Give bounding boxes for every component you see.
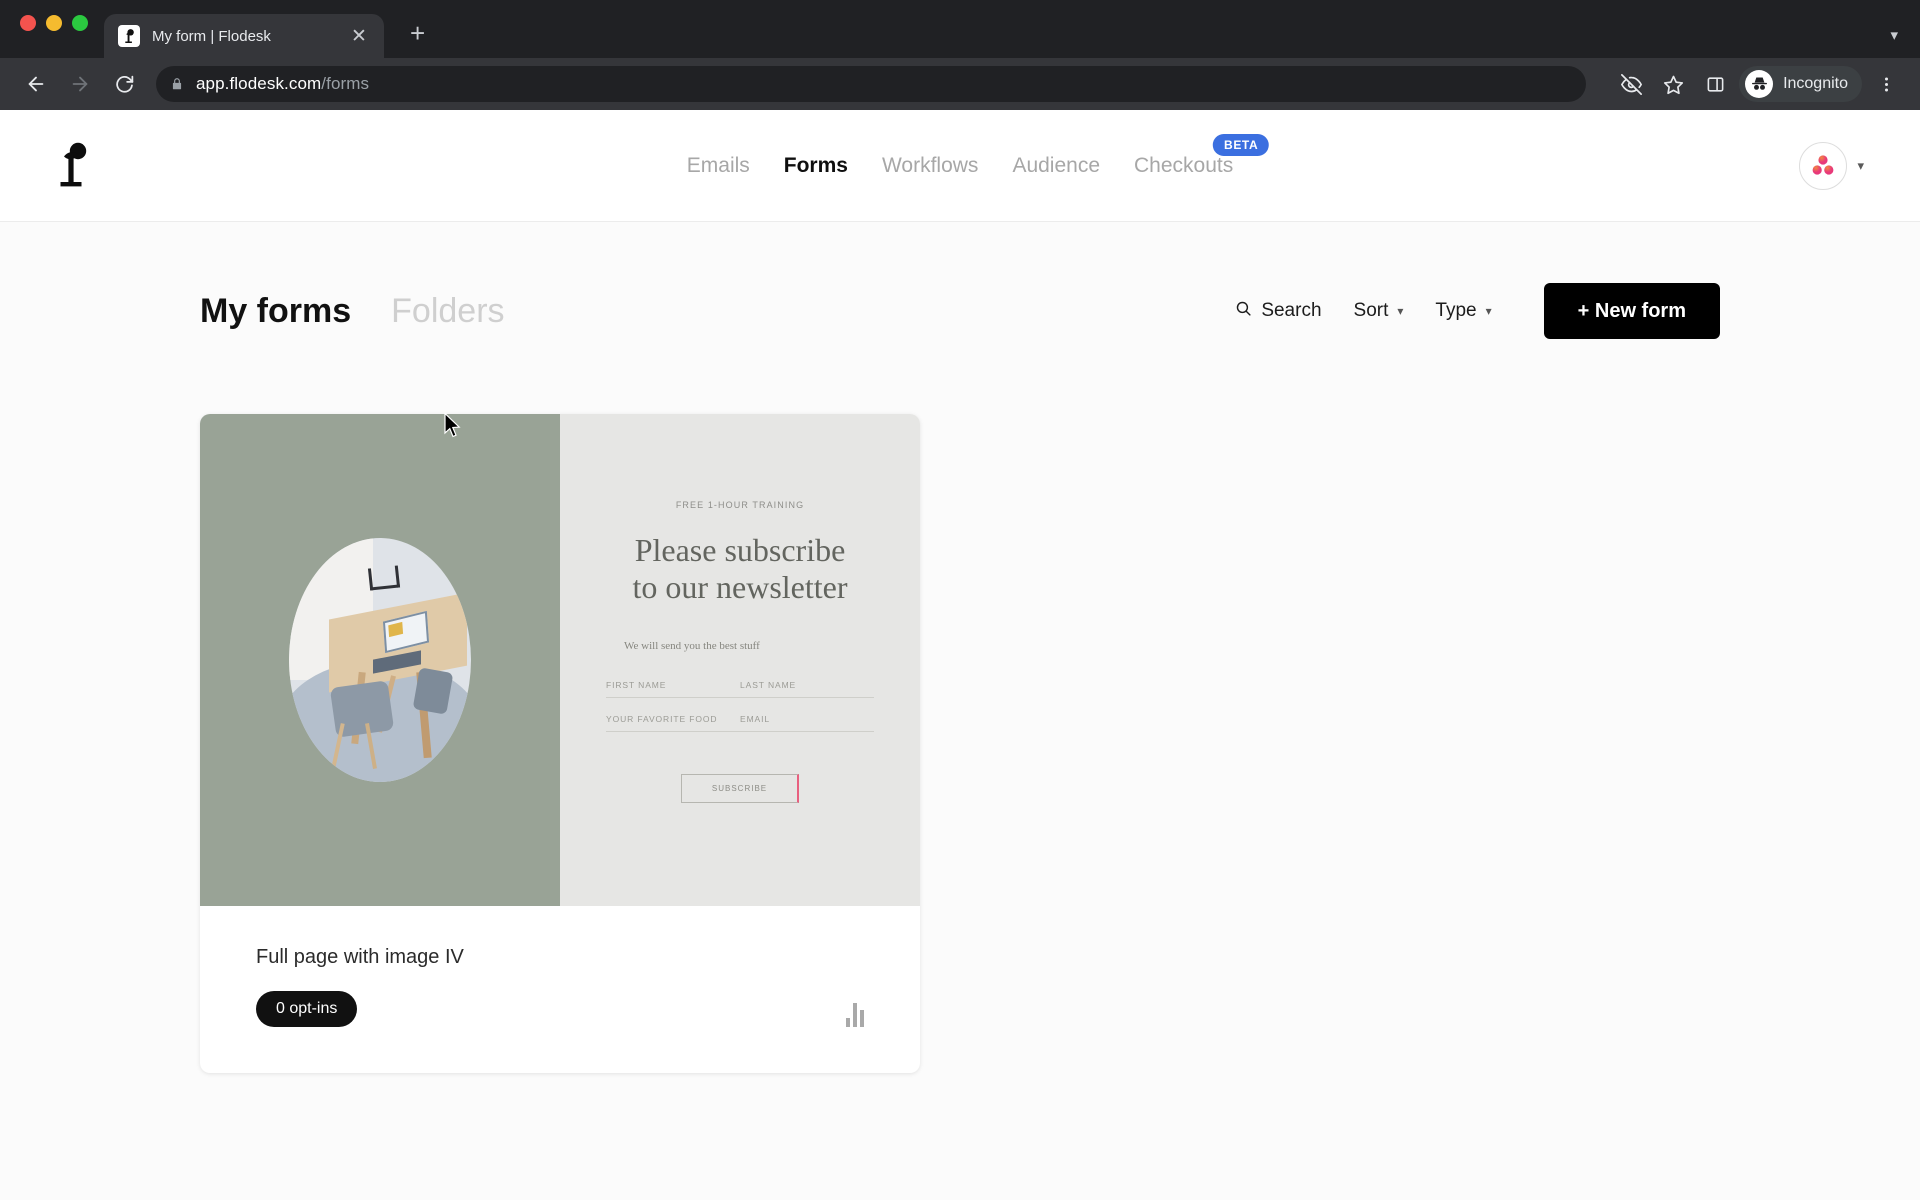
browser-toolbar: app.flodesk.com/forms Incognito <box>0 58 1920 110</box>
nav-item-workflows[interactable]: Workflows <box>882 154 978 178</box>
type-label: Type <box>1435 300 1477 321</box>
window-traffic-lights <box>18 0 104 58</box>
form-card-footer: Full page with image IV 0 opt-ins <box>200 906 920 1073</box>
page-header: My forms Folders Search Sort ▾ Type ▾ + … <box>200 222 1720 352</box>
preview-subscribe-button: SUBSCRIBE <box>680 774 800 804</box>
forms-grid: FREE 1-HOUR TRAINING Please subscribe to… <box>200 352 1720 1073</box>
chevron-down-icon[interactable]: ▾ <box>1857 158 1864 174</box>
preview-field-row: FIRST NAME LAST NAME <box>606 680 874 699</box>
preview-field-row: YOUR FAVORITE FOOD EMAIL <box>606 714 874 733</box>
url-host: app.flodesk.com <box>196 74 322 93</box>
search-button[interactable]: Search <box>1235 300 1322 323</box>
list-toolbar: Search Sort ▾ Type ▾ + New form <box>1235 283 1720 339</box>
field-label-first-name: FIRST NAME <box>606 680 667 691</box>
browser-tab-strip: My form | Flodesk ✕ + ▾ <box>0 0 1920 58</box>
tab-folders[interactable]: Folders <box>391 292 504 331</box>
side-panel-icon[interactable] <box>1697 66 1733 102</box>
browser-window: My form | Flodesk ✕ + ▾ app.flodesk.com/… <box>0 0 1920 1200</box>
new-form-button[interactable]: + New form <box>1543 283 1720 339</box>
form-card[interactable]: FREE 1-HOUR TRAINING Please subscribe to… <box>200 414 920 1073</box>
sort-dropdown[interactable]: Sort ▾ <box>1354 300 1404 322</box>
chevron-down-icon: ▾ <box>1485 304 1492 318</box>
url-path: /forms <box>321 74 370 93</box>
chevron-down-icon: ▾ <box>1397 304 1404 318</box>
status-badge: 0 opt-ins <box>256 991 358 1027</box>
search-label: Search <box>1261 300 1322 321</box>
form-preview: FREE 1-HOUR TRAINING Please subscribe to… <box>200 414 920 906</box>
incognito-indicator[interactable]: Incognito <box>1739 66 1862 102</box>
three-dot-menu-icon[interactable] <box>1868 66 1904 102</box>
forward-arrow-icon[interactable] <box>60 64 100 104</box>
preview-subtext: We will send you the best stuff <box>624 640 760 653</box>
star-icon[interactable] <box>1655 66 1691 102</box>
lock-icon <box>170 76 184 92</box>
eye-slash-icon[interactable] <box>1613 66 1649 102</box>
page-content: My forms Folders Search Sort ▾ Type ▾ + … <box>0 222 1920 1073</box>
nav-item-forms[interactable]: Forms <box>784 154 848 178</box>
search-icon <box>1235 300 1252 323</box>
tab-my-forms[interactable]: My forms <box>200 292 351 331</box>
browser-tab-title: My form | Flodesk <box>152 27 271 45</box>
tab-list-chevron-icon[interactable]: ▾ <box>1890 26 1920 58</box>
maximize-window-button[interactable] <box>72 15 88 31</box>
view-tabs: My forms Folders <box>200 292 505 331</box>
type-dropdown[interactable]: Type ▾ <box>1435 300 1491 322</box>
minimize-window-button[interactable] <box>46 15 62 31</box>
incognito-label: Incognito <box>1783 75 1848 92</box>
nav-item-checkouts-label: Checkouts <box>1134 153 1234 177</box>
form-card-meta: 0 opt-ins <box>256 991 864 1027</box>
photo-oval-mask <box>289 538 471 782</box>
main-navigation: Emails Forms Workflows Audience Checkout… <box>687 133 1270 178</box>
flodesk-favicon <box>118 25 140 47</box>
field-label-last-name: LAST NAME <box>740 680 797 691</box>
preview-headline: Please subscribe to our newsletter <box>632 532 848 606</box>
desk-photo <box>200 414 560 906</box>
avatar[interactable] <box>1799 141 1848 190</box>
preview-eyebrow: FREE 1-HOUR TRAINING <box>675 500 805 510</box>
sort-label: Sort <box>1353 300 1389 321</box>
toolbar-right-controls: Incognito <box>1613 66 1904 102</box>
field-label-favorite-food: YOUR FAVORITE FOOD <box>606 714 718 725</box>
page-viewport: Emails Forms Workflows Audience Checkout… <box>0 110 1920 1200</box>
bar-chart-icon[interactable] <box>846 1001 864 1027</box>
preview-button-wrap: SUBSCRIBE <box>680 774 800 804</box>
plus-icon[interactable]: + <box>410 20 425 46</box>
app-header: Emails Forms Workflows Audience Checkout… <box>0 110 1920 222</box>
browser-tab[interactable]: My form | Flodesk ✕ <box>104 14 384 58</box>
form-card-title: Full page with image IV <box>256 946 464 968</box>
reload-icon[interactable] <box>104 64 144 104</box>
incognito-hat-icon <box>1745 70 1774 98</box>
nav-item-emails[interactable]: Emails <box>687 154 750 178</box>
form-preview-body: FREE 1-HOUR TRAINING Please subscribe to… <box>560 414 920 906</box>
preview-fields: FIRST NAME LAST NAME YOUR FAVORITE FOOD … <box>606 680 874 748</box>
address-bar[interactable]: app.flodesk.com/forms <box>156 66 1586 102</box>
back-arrow-icon[interactable] <box>16 64 56 104</box>
nav-item-checkouts[interactable]: Checkouts BETA <box>1134 133 1270 178</box>
close-icon[interactable]: ✕ <box>348 27 370 46</box>
nav-item-audience[interactable]: Audience <box>1012 154 1100 178</box>
beta-badge: BETA <box>1213 133 1270 156</box>
account-menu[interactable]: ▾ <box>1799 141 1864 190</box>
close-window-button[interactable] <box>20 15 36 31</box>
flodesk-logo[interactable] <box>56 137 100 195</box>
field-label-email: EMAIL <box>740 714 771 725</box>
address-bar-text: app.flodesk.com/forms <box>196 74 369 94</box>
